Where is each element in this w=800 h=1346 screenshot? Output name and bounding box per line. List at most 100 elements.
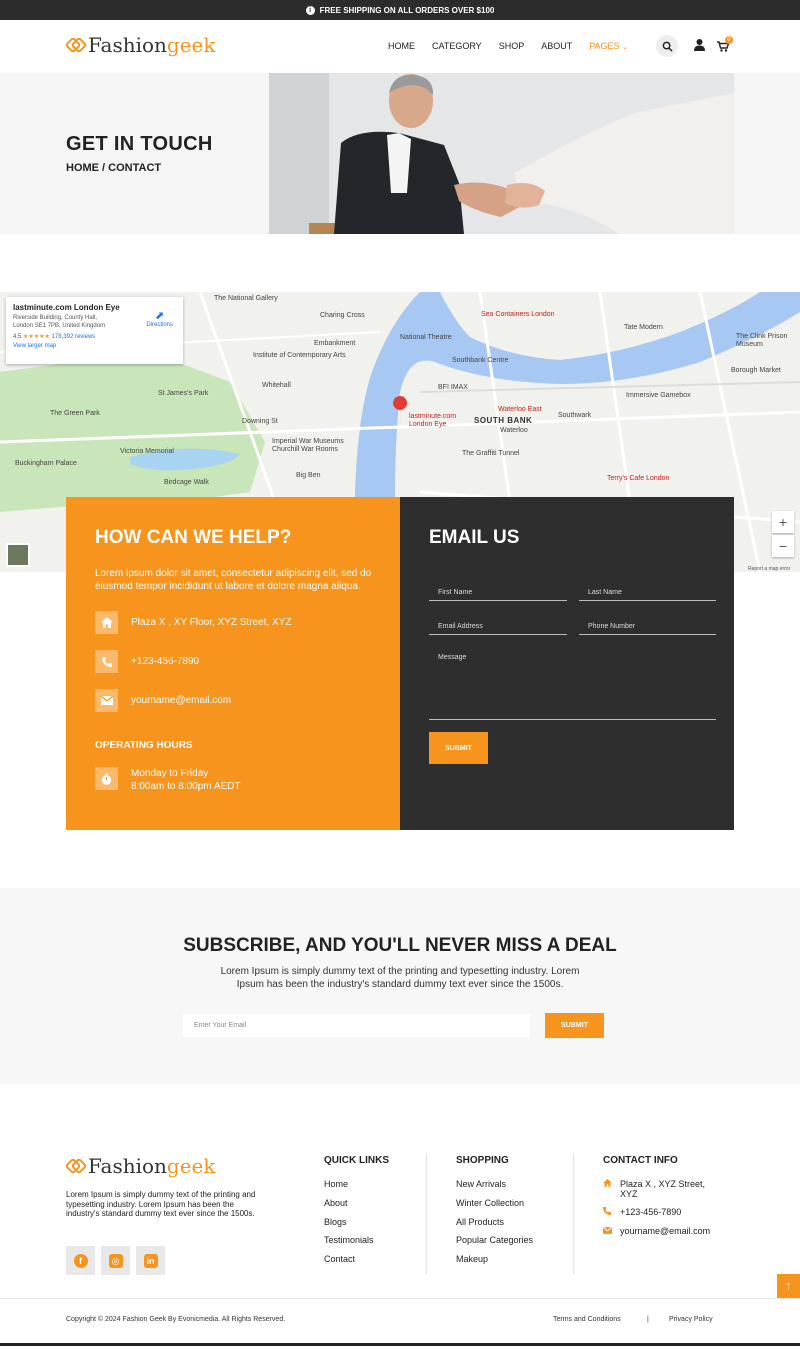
map-reviews-link[interactable]: 178,392 reviews: [52, 334, 96, 340]
footer-link-about[interactable]: About: [324, 1198, 348, 1208]
subscribe-email-input[interactable]: Enter Your Email: [183, 1014, 530, 1037]
subscribe-section: SUBSCRIBE, AND YOU'LL NEVER MISS A DEAL …: [0, 888, 800, 1084]
footer-link-testimonials[interactable]: Testimonials: [324, 1235, 374, 1245]
search-button[interactable]: [656, 35, 678, 57]
site-header: Fashiongeek HOME CATEGORY SHOP ABOUT PAG…: [0, 20, 800, 73]
legal-separator: |: [647, 1316, 649, 1323]
map-label: The Clink Prison Museum: [736, 333, 800, 349]
footer-link-new-arrivals[interactable]: New Arrivals: [456, 1179, 506, 1189]
site-footer: Fashiongeek Lorem Ipsum is simply dummy …: [0, 1084, 800, 1346]
map-label: Waterloo East: [498, 406, 542, 413]
hero-banner: GET IN TOUCH HOME / CONTACT: [0, 73, 800, 234]
email-submit-button[interactable]: SUBMIT: [429, 732, 488, 764]
map-report-link[interactable]: Report a map error: [748, 566, 790, 572]
nav-about[interactable]: ABOUT: [541, 41, 572, 51]
map-label: Borough Market: [731, 367, 781, 374]
map-rating: 4.5: [13, 334, 21, 340]
breadcrumb: HOME / CONTACT: [66, 162, 161, 174]
logo-mark-icon: [66, 35, 86, 55]
contact-info-title: CONTACT INFO: [603, 1155, 678, 1166]
logo-text-b: geek: [167, 33, 216, 57]
subscribe-submit-button[interactable]: SUBMIT: [545, 1013, 604, 1038]
scroll-to-top-button[interactable]: ↑: [777, 1274, 800, 1298]
footer-logo-text-b: geek: [167, 1154, 216, 1178]
announcement-bar: i FREE SHIPPING ON ALL ORDERS OVER $100: [0, 0, 800, 20]
announcement-text: FREE SHIPPING ON ALL ORDERS OVER $100: [320, 6, 495, 15]
help-phone[interactable]: +123-456-7890: [131, 656, 199, 667]
map-zoom-in-button[interactable]: +: [772, 511, 794, 533]
message-textarea[interactable]: Message: [429, 646, 716, 720]
footer-link-blogs[interactable]: Blogs: [324, 1217, 347, 1227]
privacy-link[interactable]: Privacy Policy: [669, 1316, 713, 1323]
account-button[interactable]: [694, 38, 705, 56]
map-label: Southwark: [558, 412, 591, 419]
arrow-up-icon: ↑: [786, 1280, 792, 1292]
footer-link-all-products[interactable]: All Products: [456, 1217, 504, 1227]
map-label: Immersive Gamebox: [626, 392, 691, 399]
nav-home[interactable]: HOME: [388, 41, 415, 51]
chevron-down-icon: ⌄: [622, 44, 628, 51]
subscribe-text: Lorem Ipsum is simply dummy text of the …: [210, 965, 590, 991]
view-larger-map-link[interactable]: View larger map: [13, 343, 176, 349]
rating-stars-icon: ★★★★★: [23, 334, 50, 340]
site-logo[interactable]: Fashiongeek: [66, 33, 216, 57]
phone-number-field[interactable]: Phone Number: [579, 615, 716, 635]
map-pin-label-line-2: London Eye: [409, 421, 446, 428]
map-label: Sea Containers London: [481, 311, 555, 318]
logo-mark-icon: [66, 1156, 86, 1176]
map-label: Imperial War Museums Churchill War Rooms: [272, 438, 362, 454]
map-pin-label: lastminute.comLondon Eye: [409, 413, 456, 429]
footer-link-home[interactable]: Home: [324, 1179, 348, 1189]
map-label: Buckingham Palace: [15, 460, 77, 467]
help-email[interactable]: yourname@email.com: [131, 695, 231, 706]
map-zoom-out-button[interactable]: −: [772, 535, 794, 557]
first-name-field[interactable]: First Name: [429, 581, 567, 601]
footer-link-winter-collection[interactable]: Winter Collection: [456, 1198, 524, 1208]
map-label: Downing St: [242, 418, 278, 425]
footer-logo[interactable]: Fashiongeek: [66, 1154, 216, 1178]
footer-email[interactable]: yourname@email.com: [620, 1226, 710, 1236]
footer-email-row: yourname@email.com: [603, 1226, 710, 1236]
nav-pages-label: PAGES: [589, 41, 619, 51]
map-label: SOUTH BANK: [474, 416, 532, 425]
map-label: St James's Park: [158, 390, 208, 397]
map-label: Big Ben: [296, 472, 321, 479]
directions-label: Directions: [146, 322, 173, 328]
stopwatch-icon: [95, 767, 118, 790]
satellite-toggle[interactable]: [6, 543, 30, 567]
instagram-icon: ◎: [109, 1254, 123, 1268]
footer-logo-text-a: Fashion: [88, 1154, 167, 1178]
last-name-field[interactable]: Last Name: [579, 581, 716, 601]
map-label: Tate Modern: [624, 324, 663, 331]
terms-link[interactable]: Terms and Conditions: [553, 1316, 621, 1323]
hours-time: 8:00am to 8:00pm AEDT: [131, 781, 241, 792]
map-pin-label-line-1: lastminute.com: [409, 413, 456, 420]
linkedin-button[interactable]: in: [136, 1246, 165, 1275]
map-label: The Graffiti Tunnel: [462, 450, 519, 457]
operating-hours-title: OPERATING HOURS: [95, 740, 193, 751]
nav-shop[interactable]: SHOP: [499, 41, 525, 51]
facebook-button[interactable]: f: [66, 1246, 95, 1275]
directions-button[interactable]: ⬈ Directions: [146, 309, 173, 328]
help-address: Plaza X , XY Floor, XYZ Street, XYZ: [131, 617, 291, 628]
footer-divider: [573, 1154, 574, 1274]
footer-link-popular-categories[interactable]: Popular Categories: [456, 1235, 533, 1245]
map-label: Southbank Centre: [452, 357, 508, 364]
quick-links-title: QUICK LINKS: [324, 1155, 389, 1166]
map-label: Whitehall: [262, 382, 291, 389]
email-address-field[interactable]: Email Address: [429, 615, 567, 635]
help-hours-row: Monday to Friday8:00am to 8:00pm AEDT: [95, 767, 241, 793]
footer-phone[interactable]: +123-456-7890: [620, 1207, 681, 1217]
footer-phone-row: +123-456-7890: [603, 1207, 681, 1217]
phone-icon: [95, 650, 118, 673]
email-form-panel: EMAIL US First Name Last Name Email Addr…: [400, 497, 734, 830]
search-icon: [662, 41, 673, 52]
nav-category[interactable]: CATEGORY: [432, 41, 482, 51]
help-intro: Lorem ipsum dolor sit amet, consectetur …: [95, 567, 385, 593]
nav-pages[interactable]: PAGES ⌄: [589, 41, 628, 51]
facebook-icon: f: [74, 1254, 88, 1268]
map-label: Victoria Memorial: [120, 448, 174, 455]
footer-link-makeup[interactable]: Makeup: [456, 1254, 488, 1264]
footer-link-contact[interactable]: Contact: [324, 1254, 355, 1264]
instagram-button[interactable]: ◎: [101, 1246, 130, 1275]
